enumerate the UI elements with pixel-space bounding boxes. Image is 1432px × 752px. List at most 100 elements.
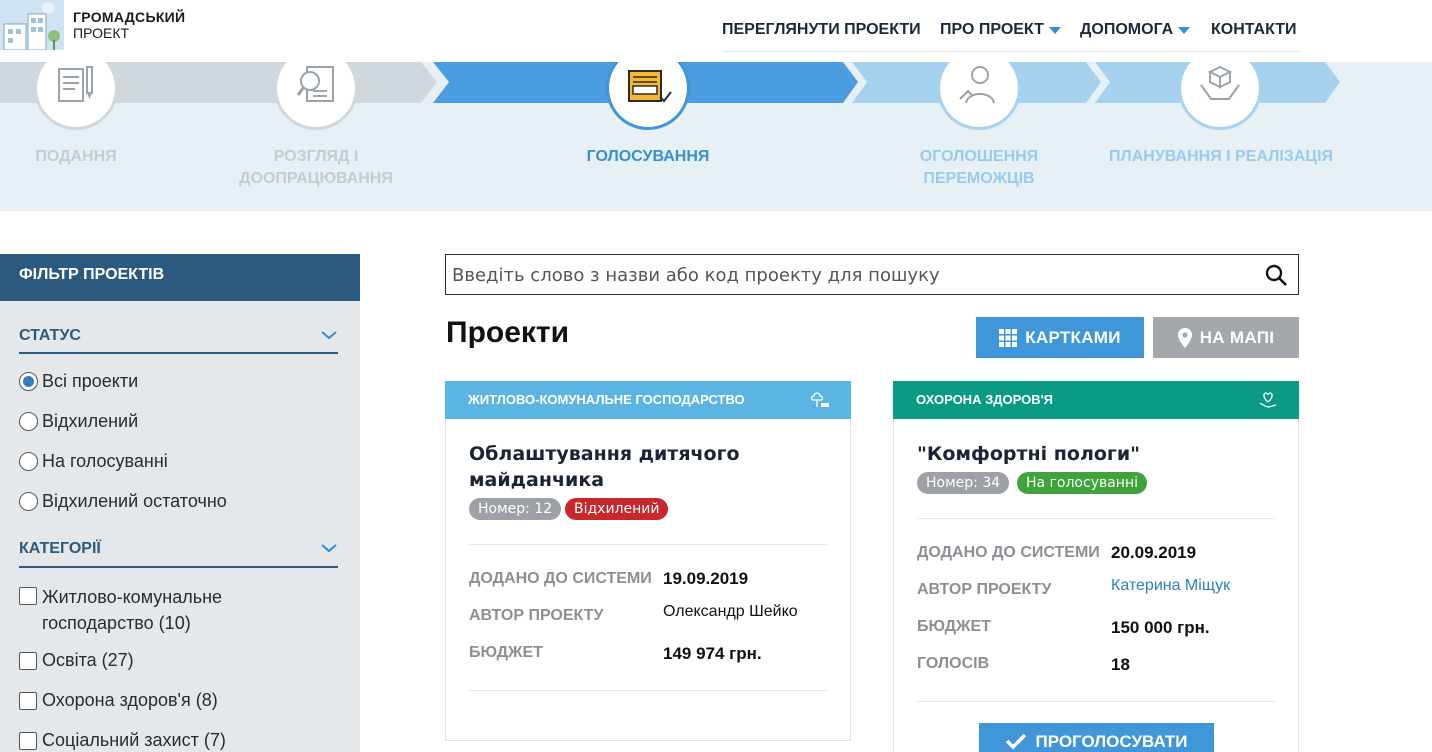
radio-checked[interactable] bbox=[19, 372, 38, 391]
author-value: Олександр Шейко bbox=[663, 603, 798, 620]
nav-divider bbox=[722, 51, 1300, 52]
search-input[interactable] bbox=[452, 260, 1252, 290]
view-cards-button[interactable]: КАРТКАМИ bbox=[976, 317, 1144, 358]
option-label: Відхилений остаточно bbox=[42, 491, 227, 511]
card-divider bbox=[917, 518, 1275, 519]
budget-value: 150 000 грн. bbox=[1111, 618, 1210, 637]
map-pin-icon bbox=[1177, 327, 1192, 348]
status-option-all[interactable]: Всі проекти bbox=[19, 371, 138, 392]
health-category-icon bbox=[1259, 392, 1277, 408]
author-link[interactable]: Катерина Міщук bbox=[1111, 577, 1230, 595]
votes-value: 18 bbox=[1111, 655, 1130, 674]
status-section-toggle[interactable]: СТАТУС bbox=[19, 327, 338, 345]
chevron-down-icon bbox=[321, 544, 337, 553]
status-option-voting[interactable]: На голосуванні bbox=[19, 451, 168, 472]
view-map-button[interactable]: НА МАПІ bbox=[1153, 317, 1299, 358]
chevron-down-icon bbox=[321, 331, 337, 340]
stage-label-submission: ПОДАННЯ bbox=[35, 148, 117, 165]
card-title[interactable]: "Комфортні пологи" bbox=[917, 441, 1257, 467]
added-value: 19.09.2019 bbox=[663, 569, 749, 588]
brand-subtitle[interactable]: ПРОЕКТ bbox=[73, 25, 129, 41]
categories-section-title: КАТЕГОРІЇ bbox=[19, 540, 101, 557]
button-label: НА МАПІ bbox=[1199, 327, 1275, 347]
document-pen-icon bbox=[58, 66, 93, 102]
author-label: АВТОР ПРОЕКТУ bbox=[917, 581, 1052, 598]
vote-button[interactable]: ПРОГОЛОСУВАТИ bbox=[979, 723, 1214, 752]
category-option-education[interactable]: Освіта (27) bbox=[19, 650, 134, 671]
stage-submission[interactable] bbox=[34, 62, 118, 130]
logo-houses-icon[interactable] bbox=[0, 0, 64, 50]
process-stages: ПОДАННЯ РОЗГЛЯД І ДООПРАЦЮВАННЯ ГОЛОСУВА… bbox=[0, 62, 1432, 211]
card-category: ЖИТЛОВО-КОМУНАЛЬНЕ ГОСПОДАРСТВО bbox=[468, 392, 745, 407]
checkbox[interactable] bbox=[19, 691, 37, 710]
budget-label: БЮДЖЕТ bbox=[917, 618, 991, 635]
stage-planning[interactable] bbox=[1178, 62, 1262, 130]
nav-item-contacts[interactable]: КОНТАКТИ bbox=[1211, 19, 1297, 41]
caret-down-icon bbox=[1178, 27, 1191, 34]
option-label: Соціальний захист (7) bbox=[42, 730, 226, 750]
page-title: Проекти bbox=[446, 316, 570, 349]
option-label: Відхилений bbox=[42, 411, 139, 431]
card-category: ОХОРОНА ЗДОРОВ'Я bbox=[916, 392, 1054, 407]
card-category-header: ОХОРОНА ЗДОРОВ'Я bbox=[893, 381, 1299, 419]
checkbox[interactable] bbox=[19, 731, 37, 750]
nav-item-help[interactable]: ДОПОМОГА bbox=[1080, 19, 1191, 41]
checkbox[interactable] bbox=[19, 587, 37, 605]
housing-category-icon bbox=[810, 392, 829, 407]
caret-down-icon bbox=[1048, 27, 1061, 34]
option-label: На голосуванні bbox=[42, 451, 168, 471]
status-badge: Відхилений bbox=[565, 498, 669, 520]
budget-value: 149 974 грн. bbox=[663, 644, 762, 663]
option-label: Житлово-комунальне господарство (10) bbox=[42, 587, 223, 633]
brand-title[interactable]: ГРОМАДСЬКИЙ bbox=[73, 9, 185, 25]
filter-title: ФІЛЬТР ПРОЕКТІВ bbox=[0, 254, 360, 301]
search-box bbox=[445, 254, 1299, 295]
card-title[interactable]: Облаштування дитячого майданчика bbox=[469, 441, 809, 493]
review-magnifier-icon bbox=[296, 66, 334, 102]
checkbox[interactable] bbox=[19, 651, 37, 670]
categories-section-toggle[interactable]: КАТЕГОРІЇ bbox=[19, 540, 338, 558]
categories-divider bbox=[19, 566, 338, 568]
stage-label-review: РОЗГЛЯД І ДООПРАЦЮВАННЯ bbox=[239, 148, 393, 187]
nav-item-label: ПРО ПРОЕКТ bbox=[940, 21, 1044, 38]
option-label: Освіта (27) bbox=[42, 650, 134, 670]
stage-review[interactable] bbox=[274, 62, 358, 130]
nav-item-view-projects[interactable]: ПЕРЕГЛЯНУТИ ПРОЕКТИ bbox=[722, 19, 921, 41]
hands-box-icon bbox=[1200, 65, 1240, 100]
radio-unchecked[interactable] bbox=[19, 452, 38, 471]
added-label: ДОДАНО ДО СИСТЕМИ bbox=[917, 544, 1100, 561]
category-option-housing[interactable]: Житлово-комунальне господарство (10) bbox=[19, 584, 222, 636]
grid-icon bbox=[999, 328, 1018, 347]
nav-item-label: ДОПОМОГА bbox=[1080, 21, 1174, 38]
stage-label-winners: ОГОЛОШЕННЯ ПЕРЕМОЖЦІВ bbox=[919, 148, 1039, 187]
header: ГРОМАДСЬКИЙ ПРОЕКТ ПЕРЕГЛЯНУТИ ПРОЕКТИ П… bbox=[0, 0, 1432, 62]
author-label: АВТОР ПРОЕКТУ bbox=[469, 607, 604, 624]
category-option-health[interactable]: Охорона здоров'я (8) bbox=[19, 690, 218, 711]
button-label: КАРТКАМИ bbox=[1025, 327, 1121, 347]
radio-unchecked[interactable] bbox=[19, 492, 38, 511]
option-label: Охорона здоров'я (8) bbox=[42, 690, 218, 710]
status-section-title: СТАТУС bbox=[19, 327, 81, 344]
radio-unchecked[interactable] bbox=[19, 412, 38, 431]
votes-label: ГОЛОСІВ bbox=[917, 655, 990, 672]
added-label: ДОДАНО ДО СИСТЕМИ bbox=[469, 570, 652, 587]
search-icon[interactable] bbox=[1264, 263, 1288, 287]
nav-item-about[interactable]: ПРО ПРОЕКТ bbox=[940, 19, 1061, 41]
category-option-social[interactable]: Соціальний захист (7) bbox=[19, 730, 226, 751]
project-card[interactable]: ОХОРОНА ЗДОРОВ'Я "Комфортні пологи" Номе… bbox=[893, 381, 1299, 752]
stage-label-planning: ПЛАНУВАННЯ І РЕАЛІЗАЦІЯ bbox=[1108, 148, 1334, 165]
card-divider bbox=[469, 690, 827, 691]
project-card[interactable]: ЖИТЛОВО-КОМУНАЛЬНЕ ГОСПОДАРСТВО Облаштув… bbox=[445, 381, 851, 741]
stage-label-voting: ГОЛОСУВАННЯ bbox=[586, 148, 710, 165]
option-label: Всі проекти bbox=[42, 371, 139, 391]
stage-winners[interactable] bbox=[937, 62, 1021, 130]
status-option-rejected[interactable]: Відхилений bbox=[19, 411, 138, 432]
button-label: ПРОГОЛОСУВАТИ bbox=[1035, 732, 1188, 751]
nav-item-label: ПЕРЕГЛЯНУТИ ПРОЕКТИ bbox=[722, 21, 921, 38]
filter-sidebar: ФІЛЬТР ПРОЕКТІВ СТАТУС Всі проекти Відхи… bbox=[0, 254, 360, 752]
winner-icon bbox=[959, 66, 995, 104]
status-option-rejected-final[interactable]: Відхилений остаточно bbox=[19, 491, 227, 512]
ballot-icon bbox=[628, 70, 672, 103]
stage-voting[interactable] bbox=[606, 62, 690, 130]
checkmark-icon bbox=[1006, 733, 1027, 750]
